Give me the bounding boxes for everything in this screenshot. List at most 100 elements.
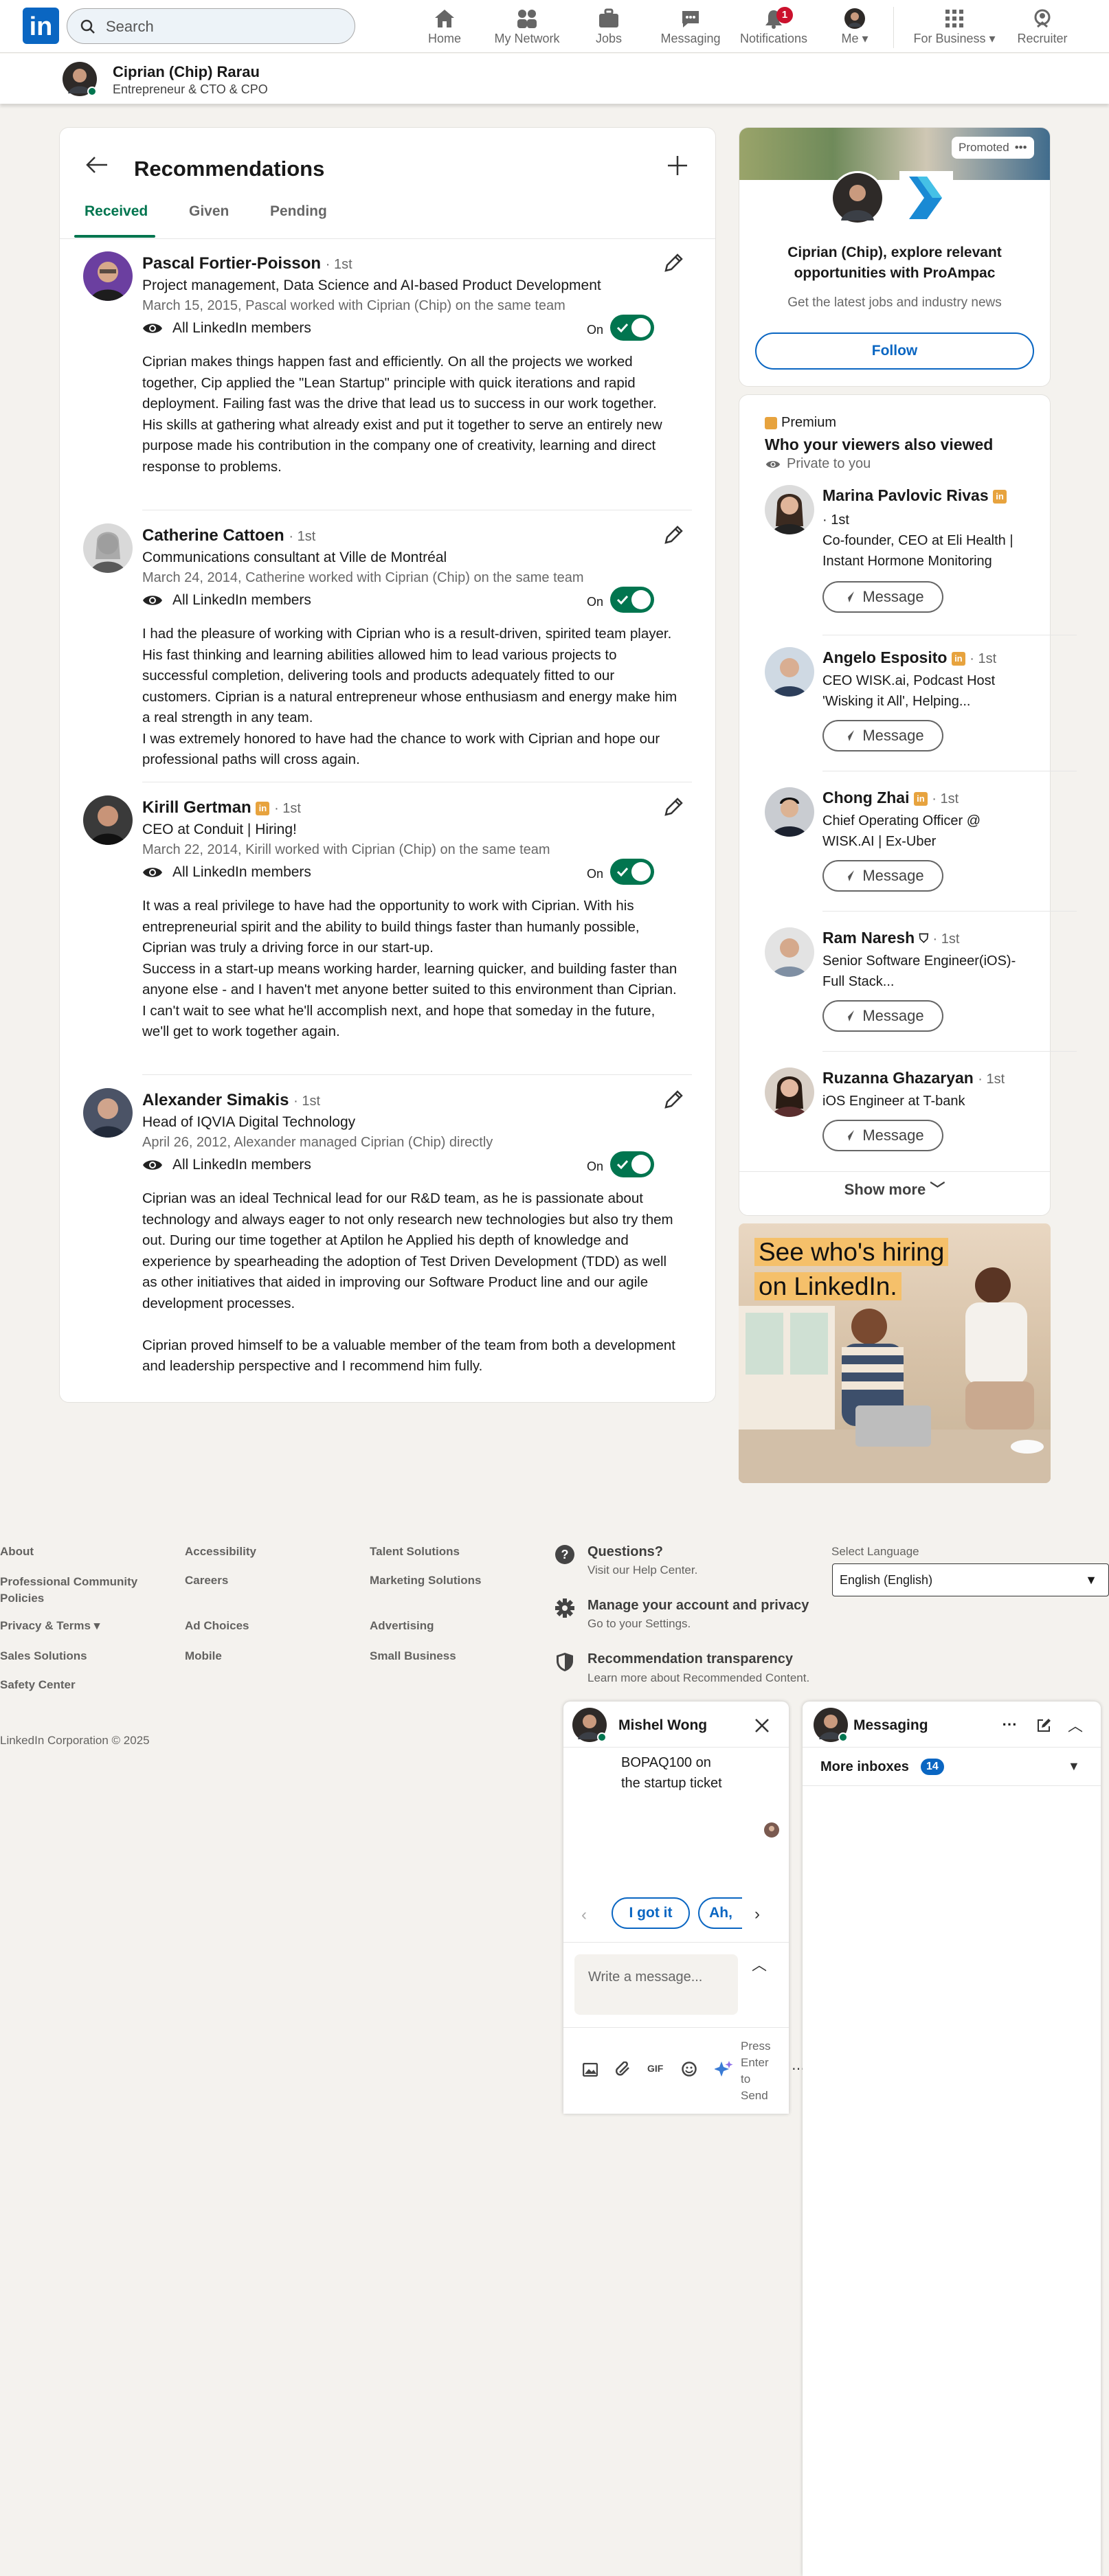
nav-jobs[interactable]: Jobs	[590, 4, 628, 49]
search-bar[interactable]	[67, 8, 355, 44]
viewer-name[interactable]: Ruzanna Ghazaryan · 1st	[822, 1069, 1005, 1087]
recommender-name[interactable]: Kirill Gertman in · 1st	[142, 798, 301, 817]
message-input[interactable]: Write a message...	[574, 1954, 738, 2015]
recommendation-text: Ciprian makes things happen fast and eff…	[142, 354, 662, 475]
nav-home[interactable]: Home	[424, 4, 465, 49]
emoji-icon[interactable]	[682, 2061, 697, 2077]
show-more-button[interactable]: Show more ﹀	[739, 1177, 1051, 1199]
back-arrow-icon[interactable]	[85, 155, 109, 175]
image-icon[interactable]	[583, 2063, 598, 2077]
promoted-label[interactable]: Promoted •••	[952, 137, 1034, 159]
visibility-toggle[interactable]	[610, 859, 654, 885]
tab-given[interactable]: Given	[189, 203, 229, 220]
footer-link-community-policies[interactable]: Professional Community Policies	[0, 1574, 165, 1607]
footer-link-ad-choices[interactable]: Ad Choices	[185, 1619, 249, 1633]
help-questions-title[interactable]: Questions?	[587, 1544, 663, 1560]
caret-down-icon[interactable]: ▼	[1068, 1759, 1080, 1774]
edit-pencil-icon[interactable]	[663, 797, 684, 817]
visibility-toggle[interactable]	[610, 1151, 654, 1177]
viewer-avatar[interactable]	[765, 1067, 814, 1117]
expand-icon[interactable]: ︿	[752, 1953, 767, 1975]
nav-recruiter[interactable]: Recruiter	[1011, 4, 1073, 49]
nav-for-business[interactable]: For Business ▾	[909, 4, 1000, 49]
profile-name[interactable]: Ciprian (Chip) Rarau	[113, 63, 260, 81]
follow-button[interactable]: Follow	[755, 332, 1034, 370]
viewer-avatar[interactable]	[765, 485, 814, 534]
attachment-icon[interactable]	[616, 2061, 631, 2077]
ad-headline: See who's hiring on LinkedIn.	[754, 1235, 954, 1304]
edit-pencil-icon[interactable]	[663, 1089, 684, 1110]
message-button[interactable]: Message	[822, 1000, 943, 1032]
edit-pencil-icon[interactable]	[663, 253, 684, 273]
message-button[interactable]: Message	[822, 1120, 943, 1151]
chevron-right-icon[interactable]: ›	[754, 1905, 760, 1924]
help-settings-title[interactable]: Manage your account and privacy	[587, 1598, 809, 1614]
messaging-avatar[interactable]	[814, 1708, 848, 1742]
recommender-avatar[interactable]	[83, 523, 133, 573]
footer-link-sales-solutions[interactable]: Sales Solutions	[0, 1649, 87, 1663]
collapse-icon[interactable]: ︿	[1068, 1714, 1083, 1736]
footer-link-advertising[interactable]: Advertising	[370, 1619, 434, 1633]
viewer-avatar[interactable]	[765, 787, 814, 837]
footer-link-safety-center[interactable]: Safety Center	[0, 1678, 76, 1692]
more-inboxes-label[interactable]: More inboxes	[820, 1759, 909, 1775]
nav-notifications[interactable]: 1 Notifications	[735, 4, 812, 49]
recommender-avatar[interactable]	[83, 795, 133, 845]
ai-sparkle-icon[interactable]	[715, 2060, 734, 2078]
footer-link-small-business[interactable]: Small Business	[370, 1649, 456, 1663]
recommender-name[interactable]: Pascal Fortier-Poisson · 1st	[142, 254, 352, 273]
chevron-left-icon[interactable]: ‹	[581, 1906, 587, 1925]
more-icon[interactable]: ⋯	[1002, 1715, 1017, 1733]
footer-link-careers[interactable]: Careers	[185, 1574, 228, 1588]
viewer-name[interactable]: Marina Pavlovic Rivas in	[822, 486, 1007, 505]
visibility-toggle[interactable]	[610, 587, 654, 613]
recommender-title: Communications consultant at Ville de Mo…	[142, 550, 447, 565]
message-button[interactable]: Message	[822, 720, 943, 752]
footer-link-mobile[interactable]: Mobile	[185, 1649, 222, 1663]
tab-pending[interactable]: Pending	[270, 203, 327, 220]
message-button[interactable]: Message	[822, 581, 943, 613]
gif-icon[interactable]: GIF	[647, 2063, 663, 2074]
chat-avatar[interactable]	[572, 1708, 607, 1742]
add-icon[interactable]	[666, 155, 688, 177]
nav-my-network[interactable]: My Network	[489, 4, 565, 49]
viewer-name[interactable]: Ram Naresh ⛉ · 1st	[822, 929, 959, 947]
viewer-avatar[interactable]	[765, 647, 814, 697]
messaging-title[interactable]: Messaging	[853, 1717, 928, 1734]
tab-received[interactable]: Received	[85, 203, 148, 220]
footer-link-talent-solutions[interactable]: Talent Solutions	[370, 1545, 460, 1559]
recommender-avatar[interactable]	[83, 251, 133, 301]
nav-messaging[interactable]: Messaging	[656, 4, 725, 49]
compose-icon[interactable]	[1036, 1718, 1051, 1733]
visibility-label: All LinkedIn members	[142, 320, 311, 337]
divider	[803, 1747, 1101, 1748]
viewer-name[interactable]: Chong Zhai in · 1st	[822, 789, 959, 807]
profile-avatar[interactable]	[63, 62, 97, 96]
visibility-toggle[interactable]	[610, 315, 654, 341]
suggested-reply-chip[interactable]: Ah,	[698, 1897, 742, 1929]
chat-contact-name[interactable]: Mishel Wong	[618, 1717, 707, 1734]
recommender-title: Project management, Data Science and AI-…	[142, 278, 601, 293]
edit-pencil-icon[interactable]	[663, 525, 684, 545]
suggested-reply-chip[interactable]: I got it	[612, 1897, 690, 1929]
search-input[interactable]	[106, 17, 339, 36]
language-select[interactable]: English (English) ▼	[832, 1563, 1109, 1596]
footer-link-about[interactable]: About	[0, 1545, 34, 1559]
recommender-avatar[interactable]	[83, 1088, 133, 1138]
nav-me[interactable]: Me ▾	[837, 4, 873, 49]
profile-headline: Entrepreneur & CTO & CPO	[113, 82, 268, 96]
linkedin-logo[interactable]: in	[23, 8, 59, 44]
viewer-name[interactable]: Angelo Esposito in · 1st	[822, 648, 996, 667]
footer-link-marketing-solutions[interactable]: Marketing Solutions	[370, 1574, 481, 1588]
footer-link-privacy-terms[interactable]: Privacy & Terms ▾	[0, 1619, 100, 1633]
nav-for-business-label: For Business ▾	[913, 32, 996, 45]
more-icon[interactable]: •••	[1015, 137, 1027, 159]
recommender-name[interactable]: Catherine Cattoen · 1st	[142, 526, 315, 545]
message-button[interactable]: Message	[822, 860, 943, 892]
close-icon[interactable]	[754, 1718, 770, 1733]
viewer-avatar[interactable]	[765, 927, 814, 977]
footer-link-accessibility[interactable]: Accessibility	[185, 1545, 256, 1559]
recommender-name[interactable]: Alexander Simakis · 1st	[142, 1091, 320, 1110]
viewer-item: Angelo Esposito in · 1st CEO WISK.ai, Po…	[739, 647, 1077, 771]
help-transparency-title[interactable]: Recommendation transparency	[587, 1651, 793, 1667]
